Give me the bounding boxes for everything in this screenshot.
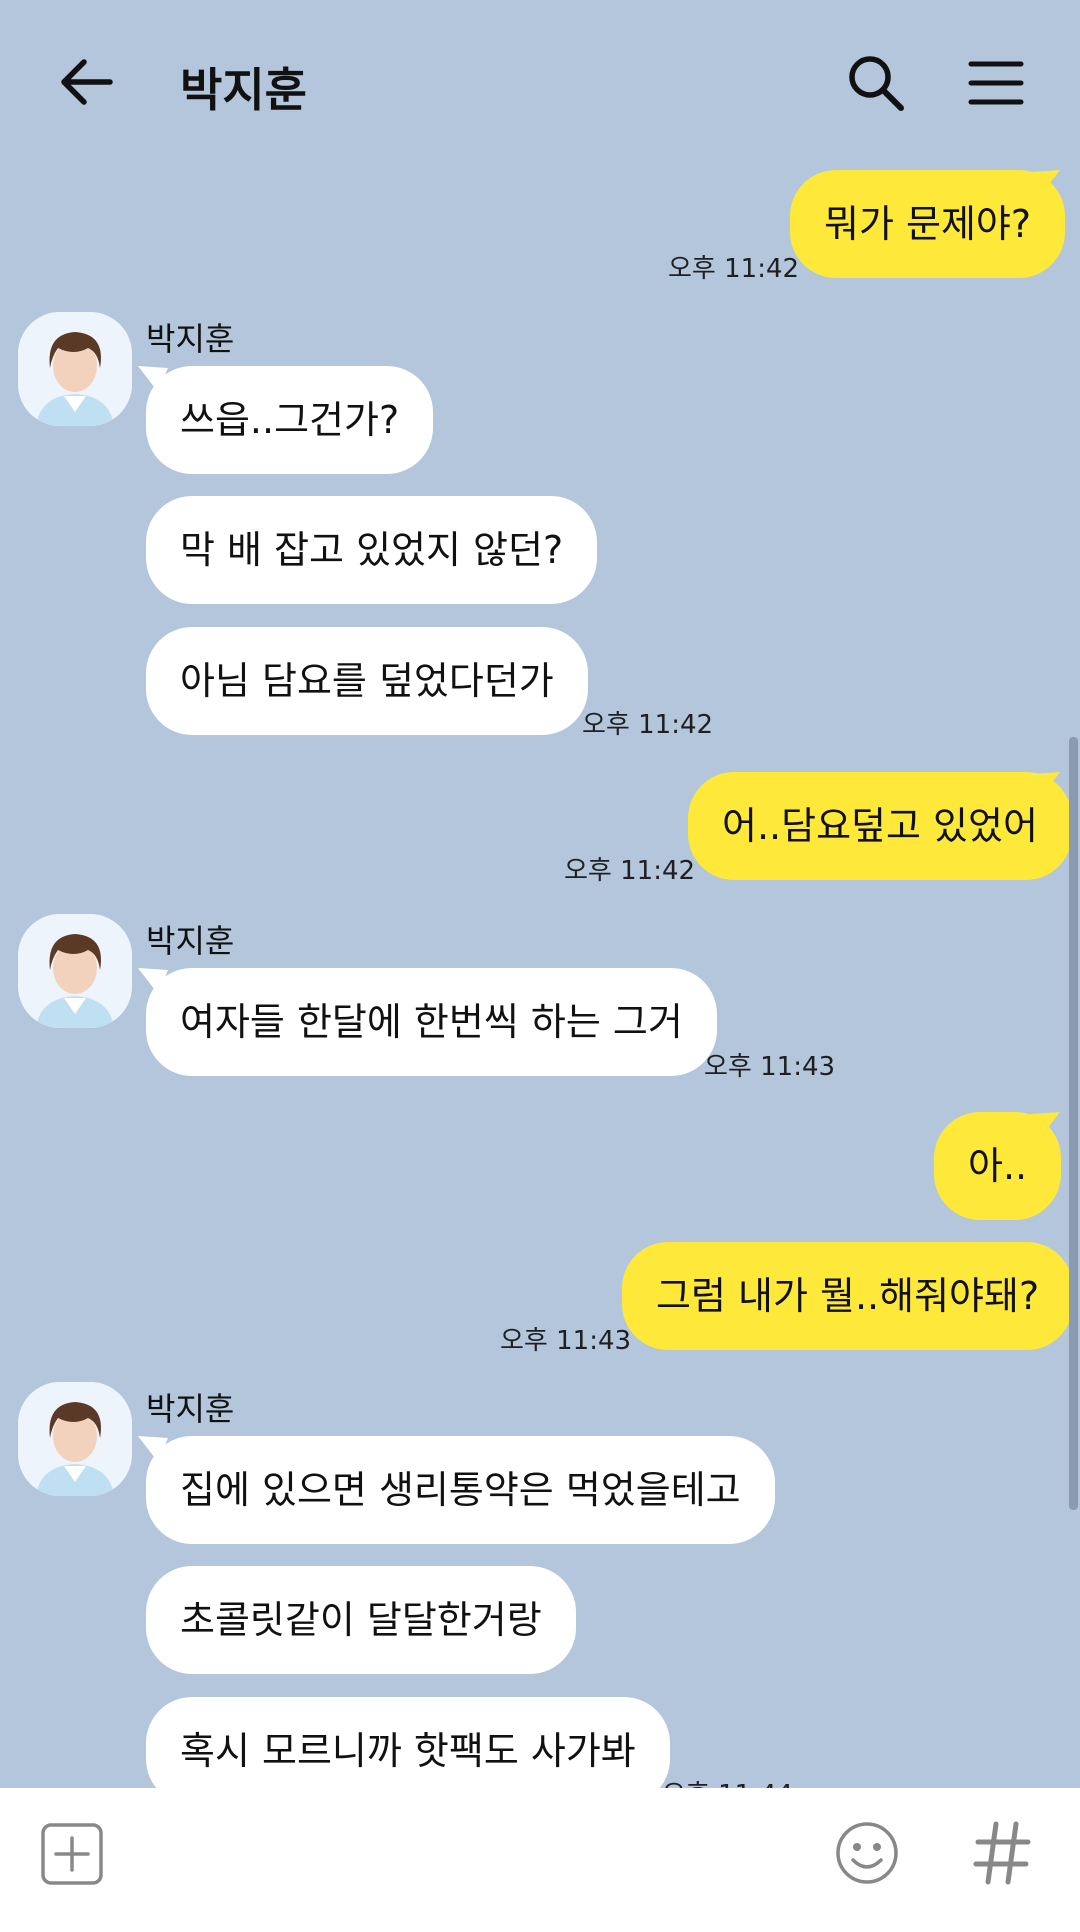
bubble-tail [1030, 170, 1060, 196]
message-timestamp: 오후 11:44 [662, 1774, 793, 1788]
message-bubble-outgoing[interactable]: 뭐가 문제야? [790, 170, 1066, 278]
message-timestamp: 오후 11:42 [582, 710, 714, 740]
message-bubble-incoming[interactable]: 아님 담요를 덮었다던가 [146, 627, 588, 735]
menu-button[interactable] [968, 58, 1024, 108]
avatar[interactable] [18, 1382, 132, 1496]
message-list[interactable]: 뭐가 문제야? 오후 11:42 박지훈 쓰읍..그건가? 막 배 잡고 있었지… [0, 0, 1080, 1788]
message-bubble-outgoing[interactable]: 그럼 내가 뭘..해줘야돼? [622, 1242, 1074, 1350]
input-bar [0, 1788, 1080, 1932]
hamburger-menu-icon [968, 61, 1024, 105]
chat-header: 박지훈 [0, 0, 1080, 170]
sender-name: 박지훈 [146, 1390, 235, 1428]
back-button[interactable] [56, 52, 116, 112]
message-bubble-incoming[interactable]: 혹시 모르니까 핫팩도 사가봐 [146, 1697, 670, 1788]
bubble-tail [1030, 1112, 1060, 1138]
hashtag-button[interactable] [970, 1818, 1034, 1888]
chat-title: 박지훈 [180, 63, 307, 117]
chat-screen: 뭐가 문제야? 오후 11:42 박지훈 쓰읍..그건가? 막 배 잡고 있었지… [0, 0, 1080, 1932]
avatar[interactable] [18, 914, 132, 1028]
attach-button[interactable] [40, 1822, 104, 1886]
message-bubble-incoming[interactable]: 여자들 한달에 한번씩 하는 그거 [146, 968, 717, 1076]
message-timestamp: 오후 11:42 [668, 254, 800, 284]
message-bubble-outgoing[interactable]: 어..담요덮고 있었어 [688, 772, 1072, 880]
message-bubble-incoming[interactable]: 초콜릿같이 달달한거랑 [146, 1566, 576, 1674]
arrow-left-icon [61, 59, 113, 105]
bubble-tail [1030, 772, 1060, 798]
avatar[interactable] [18, 312, 132, 426]
message-timestamp: 오후 11:43 [500, 1326, 632, 1356]
message-bubble-incoming[interactable]: 집에 있으면 생리통약은 먹었을테고 [146, 1436, 775, 1544]
hashtag-icon [973, 1821, 1031, 1885]
scrollbar[interactable] [1069, 737, 1078, 1510]
search-button[interactable] [845, 52, 907, 114]
sender-name: 박지훈 [146, 320, 235, 358]
message-bubble-incoming[interactable]: 막 배 잡고 있었지 않던? [146, 496, 598, 604]
message-timestamp: 오후 11:42 [564, 856, 696, 886]
plus-square-icon [41, 1823, 103, 1885]
emoji-button[interactable] [834, 1820, 900, 1886]
message-timestamp: 오후 11:43 [704, 1052, 836, 1082]
sender-name: 박지훈 [146, 922, 235, 960]
search-icon [849, 56, 904, 111]
smiley-icon [836, 1822, 898, 1884]
message-bubble-incoming[interactable]: 쓰읍..그건가? [146, 366, 434, 474]
